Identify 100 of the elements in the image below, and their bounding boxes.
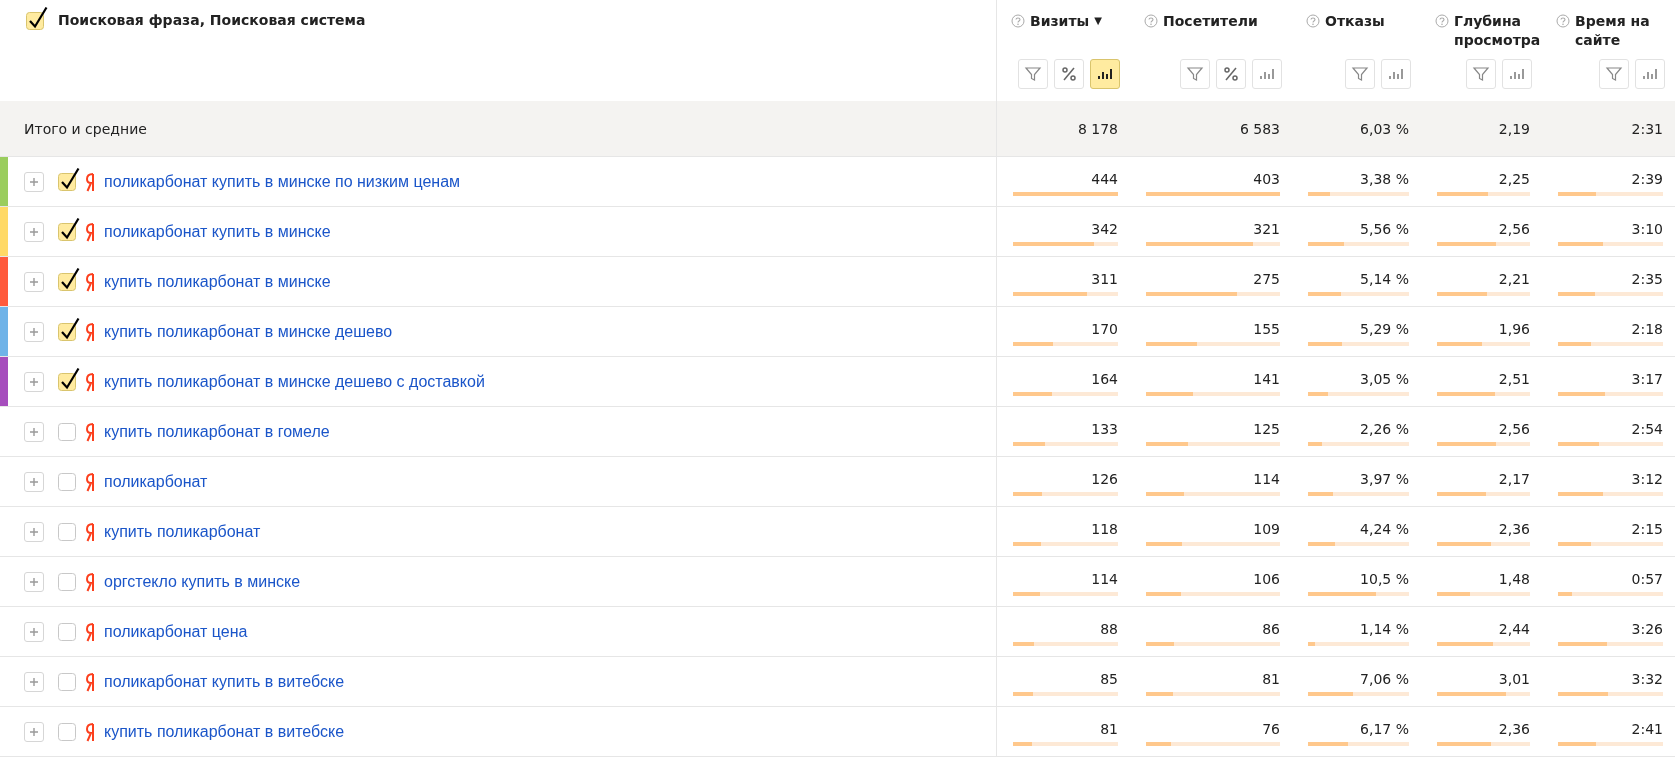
column-header[interactable]: Посетители	[1163, 12, 1258, 31]
metric-value: 3:32	[1631, 671, 1663, 687]
phrase-link[interactable]: поликарбонат купить в минске	[104, 222, 331, 241]
total-value: 6 583	[1239, 120, 1280, 137]
metric-value: 76	[1262, 721, 1280, 737]
metric-value: 2:35	[1631, 271, 1663, 287]
metric-value: 125	[1253, 421, 1280, 437]
filter-icon	[1185, 64, 1205, 84]
metric-value: 2:39	[1631, 171, 1663, 187]
metric-value: 10,5 %	[1360, 571, 1409, 587]
total-value: 2,19	[1498, 120, 1530, 137]
expand-button[interactable]	[24, 571, 44, 592]
metric-value: 2:41	[1631, 721, 1663, 737]
phrase-link[interactable]: поликарбонат купить в минске по низким ценам	[104, 172, 461, 191]
help-icon	[1556, 14, 1570, 28]
total-value: 6,03 %	[1360, 120, 1409, 137]
sort-indicator[interactable]: ▼	[1094, 12, 1102, 26]
metric-value: 1,48	[1498, 571, 1530, 587]
phrase-link[interactable]: поликарбонат цена	[104, 622, 248, 641]
phrase-link[interactable]: купить поликарбонат в минске	[104, 272, 331, 291]
metric-value: 118	[1091, 521, 1118, 537]
metric-value: 133	[1091, 421, 1118, 437]
search-engine-logo-icon	[84, 671, 96, 692]
checkbox[interactable]	[58, 266, 80, 291]
expand-button[interactable]	[24, 421, 44, 442]
filter-icon	[1471, 64, 1491, 84]
plus-icon	[29, 226, 39, 237]
search-engine-logo-icon	[84, 221, 96, 242]
chart-button[interactable]	[1090, 59, 1120, 89]
metric-value: 342	[1091, 221, 1118, 237]
filter-button[interactable]	[1599, 59, 1629, 89]
total-value: 2:31	[1631, 120, 1663, 137]
plus-icon	[29, 526, 39, 537]
expand-button[interactable]	[24, 371, 44, 392]
phrase-link[interactable]: купить поликарбонат	[104, 522, 261, 541]
search-engine-logo-icon	[84, 721, 96, 742]
phrase-link[interactable]: оргстекло купить в минске	[104, 572, 301, 591]
filter-button[interactable]	[1018, 59, 1048, 89]
plus-icon	[29, 576, 39, 587]
metric-value: 2,21	[1498, 271, 1530, 287]
search-engine-logo-icon	[84, 571, 96, 592]
expand-button[interactable]	[24, 721, 44, 742]
expand-button[interactable]	[24, 471, 44, 492]
column-header[interactable]: Отказы	[1325, 12, 1385, 31]
metric-value: 2,44	[1498, 621, 1530, 637]
metric-value: 141	[1253, 371, 1280, 387]
expand-button[interactable]	[24, 171, 44, 192]
checkbox[interactable]	[58, 166, 80, 191]
metric-value: 5,14 %	[1360, 271, 1409, 287]
metric-value: 2:54	[1631, 421, 1663, 437]
phrase-link[interactable]: поликарбонат	[104, 472, 208, 491]
phrase-link[interactable]: купить поликарбонат в минске дешево с доставкой	[104, 372, 485, 391]
column-header[interactable]: Глубина просмотра	[1454, 12, 1541, 50]
metric-value: 321	[1253, 221, 1280, 237]
phrase-link[interactable]: купить поликарбонат в минске дешево	[104, 322, 393, 341]
metric-value: 444	[1091, 171, 1118, 187]
metric-value: 2:18	[1631, 321, 1663, 337]
metric-value: 3,38 %	[1360, 171, 1409, 187]
metric-value: 3,05 %	[1360, 371, 1409, 387]
percent-button[interactable]	[1216, 59, 1246, 89]
totals-label: Итого и средние	[23, 120, 147, 137]
metric-value: 2,36	[1498, 721, 1530, 737]
column-header[interactable]: Визиты	[1030, 12, 1090, 31]
help-icon	[1306, 14, 1320, 28]
metric-value: 2,25	[1498, 171, 1530, 187]
phrase-link[interactable]: купить поликарбонат в витебске	[104, 722, 345, 741]
search-engine-logo-icon	[84, 421, 96, 442]
percent-button[interactable]	[1054, 59, 1084, 89]
total-value: 8 178	[1077, 120, 1118, 137]
plus-icon	[29, 726, 39, 737]
filter-button[interactable]	[1466, 59, 1496, 89]
metric-value: 126	[1091, 471, 1118, 487]
filter-button[interactable]	[1180, 59, 1210, 89]
checkbox[interactable]	[26, 6, 48, 30]
column-header[interactable]: Время на сайте	[1575, 12, 1665, 50]
search-engine-logo-icon	[84, 271, 96, 292]
checkbox[interactable]	[58, 216, 80, 241]
metric-value: 5,29 %	[1360, 321, 1409, 337]
filter-button[interactable]	[1345, 59, 1375, 89]
checkbox[interactable]	[58, 366, 80, 391]
metric-value: 6,17 %	[1360, 721, 1409, 737]
expand-button[interactable]	[24, 521, 44, 542]
column-header[interactable]: Поисковая фраза, Поисковая система	[58, 12, 366, 28]
metric-value: 85	[1100, 671, 1118, 687]
metric-value: 2,17	[1498, 471, 1530, 487]
metric-value: 3:26	[1631, 621, 1663, 637]
metric-value: 155	[1253, 321, 1280, 337]
plus-icon	[29, 626, 39, 637]
expand-button[interactable]	[24, 321, 44, 342]
phrase-link[interactable]: поликарбонат купить в витебске	[104, 672, 345, 691]
plus-icon	[29, 476, 39, 487]
phrase-link[interactable]: купить поликарбонат в гомеле	[104, 422, 330, 441]
checkbox[interactable]	[58, 316, 80, 341]
expand-button[interactable]	[24, 221, 44, 242]
expand-button[interactable]	[24, 671, 44, 692]
expand-button[interactable]	[24, 621, 44, 642]
search-engine-logo-icon	[84, 371, 96, 392]
percent-icon	[1221, 64, 1241, 84]
expand-button[interactable]	[24, 271, 44, 292]
metric-value: 7,06 %	[1360, 671, 1409, 687]
